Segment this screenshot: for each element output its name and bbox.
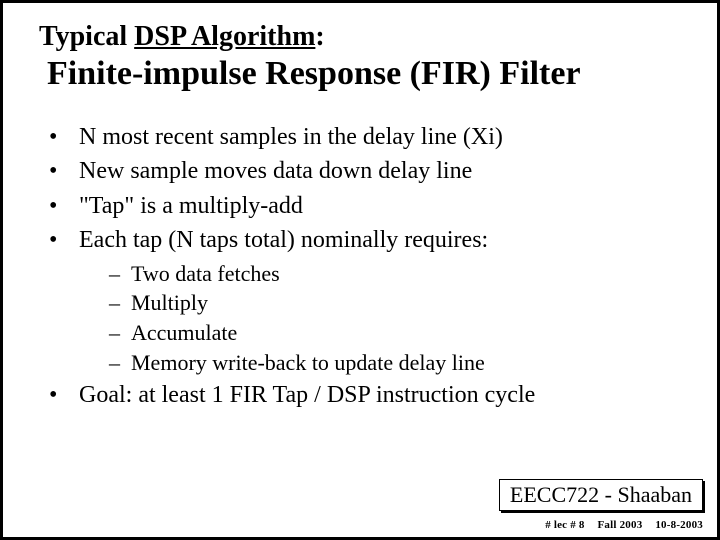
footer-term: Fall 2003 xyxy=(598,519,643,531)
sub-bullet-list: Two data fetches Multiply Accumulate Mem… xyxy=(109,259,687,378)
footer-meta: # lec # 8 Fall 2003 10-8-2003 xyxy=(535,519,703,531)
list-item: Goal: at least 1 FIR Tap / DSP instructi… xyxy=(49,379,687,411)
slide-pretitle: Typical DSP Algorithm: xyxy=(39,21,687,53)
list-item: Accumulate xyxy=(109,318,687,348)
pretitle-underlined: DSP Algorithm xyxy=(134,21,315,52)
list-item: N most recent samples in the delay line … xyxy=(49,121,687,153)
list-item: Memory write-back to update delay line xyxy=(109,348,687,378)
list-item: Two data fetches xyxy=(109,259,687,289)
slide-container: Typical DSP Algorithm: Finite-impulse Re… xyxy=(0,0,720,540)
footer-date: 10-8-2003 xyxy=(655,519,703,531)
pretitle-colon: : xyxy=(315,21,324,52)
pretitle-plain: Typical xyxy=(39,21,134,52)
footer-course-box: EECC722 - Shaaban xyxy=(499,479,703,511)
list-item: New sample moves data down delay line xyxy=(49,155,687,187)
list-item: Multiply xyxy=(109,288,687,318)
slide-title: Finite-impulse Response (FIR) Filter xyxy=(47,55,687,93)
list-item: Each tap (N taps total) nominally requir… xyxy=(49,224,687,377)
footer-lecture-number: # lec # 8 xyxy=(545,519,584,531)
list-item: "Tap" is a multiply-add xyxy=(49,190,687,222)
list-item-text: Each tap (N taps total) nominally requir… xyxy=(79,227,488,253)
bullet-list: N most recent samples in the delay line … xyxy=(49,121,687,412)
